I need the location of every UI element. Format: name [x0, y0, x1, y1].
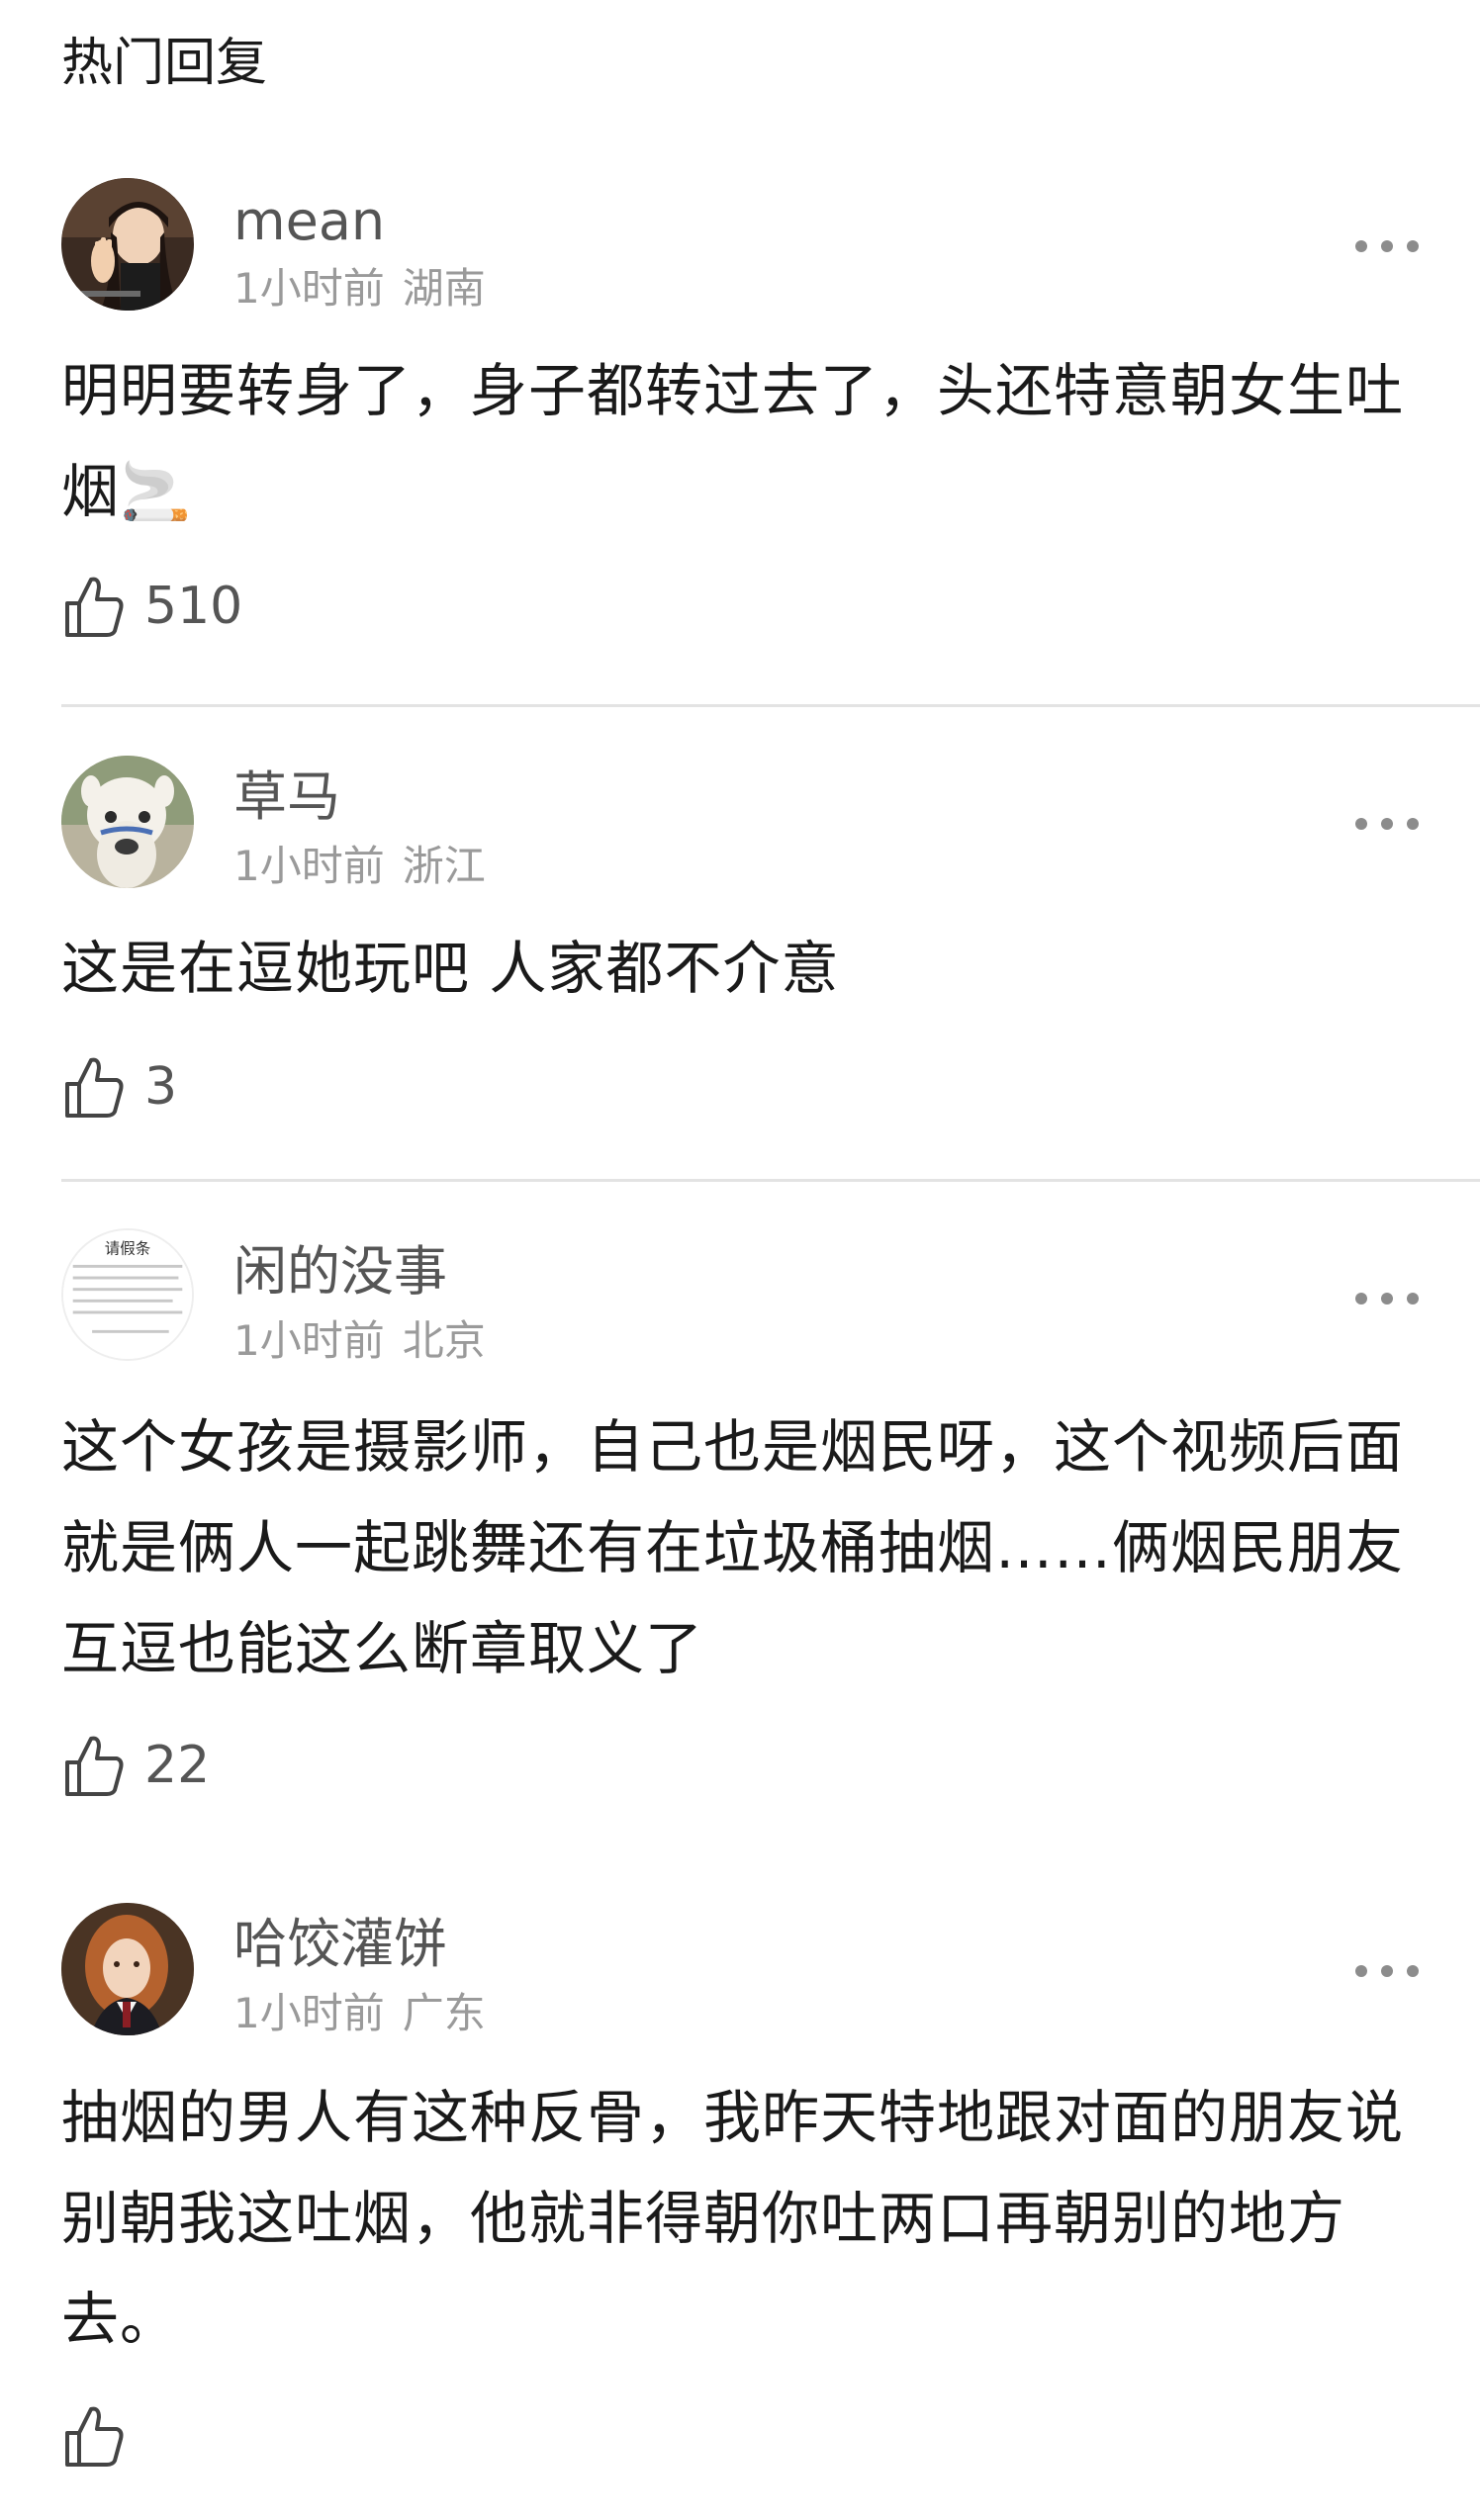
divider [61, 1179, 1480, 1182]
avatar-woman-icon[interactable] [61, 178, 194, 311]
comment-location: 湖南 [402, 264, 486, 313]
comment-time: 1小时前 [233, 1316, 385, 1365]
like-button[interactable]: 3 [63, 1052, 177, 1122]
like-count: 3 [144, 1057, 178, 1117]
like-count: 22 [144, 1736, 211, 1795]
comment-meta: 1小时前 广东 [233, 1988, 486, 2039]
like-button[interactable]: 22 [63, 1731, 210, 1800]
thumbs-up-icon [65, 577, 124, 637]
username[interactable]: mean [233, 190, 385, 253]
more-dots-icon[interactable] [1355, 1956, 1419, 1986]
divider [61, 704, 1480, 707]
more-dots-icon[interactable] [1355, 809, 1419, 839]
avatar-document-icon[interactable]: 请假条 [61, 1228, 194, 1361]
more-dots-icon[interactable] [1355, 231, 1419, 261]
comment-time: 1小时前 [233, 842, 385, 890]
comment-text: 这个女孩是摄影师，自己也是烟民呀，这个视频后面就是俩人一起跳舞还有在垃圾桶抽烟…… [61, 1413, 1405, 1682]
comment-location: 北京 [402, 1316, 486, 1365]
comment-text: 抽烟的男人有这种反骨，我昨天特地跟对面的朋友说别朝我这吐烟，他就非得朝你吐两口再… [61, 2084, 1405, 2353]
more-dots-icon[interactable] [1355, 1284, 1419, 1313]
username[interactable]: 草马 [233, 765, 340, 829]
comment-text: 明明要转身了，身子都转过去了，头还特意朝女生吐烟🚬 [61, 357, 1405, 525]
like-button[interactable] [63, 2401, 144, 2471]
comment-meta: 1小时前 北京 [233, 1315, 486, 1367]
thumbs-up-icon [65, 1736, 124, 1796]
comment-location: 浙江 [402, 842, 486, 890]
avatar-alpaca-icon[interactable] [61, 756, 194, 888]
comment-meta: 1小时前 湖南 [233, 263, 486, 315]
comment-text: 这是在逗她玩吧 人家都不介意 [61, 935, 840, 1002]
like-button[interactable]: 510 [63, 572, 242, 641]
thumbs-up-icon [65, 1057, 124, 1118]
comment-time: 1小时前 [233, 264, 385, 313]
section-title: 热门回复 [61, 34, 268, 93]
avatar-text: 请假条 [105, 1239, 151, 1257]
comment-location: 广东 [402, 1989, 486, 2037]
avatar-girl-icon[interactable] [61, 1903, 194, 2035]
comment-meta: 1小时前 浙江 [233, 841, 486, 892]
like-count: 510 [144, 577, 243, 636]
comment-time: 1小时前 [233, 1989, 385, 2037]
username[interactable]: 哈饺灌饼 [233, 1913, 447, 1976]
username[interactable]: 闲的没事 [233, 1240, 447, 1304]
thumbs-up-icon [65, 2406, 124, 2467]
